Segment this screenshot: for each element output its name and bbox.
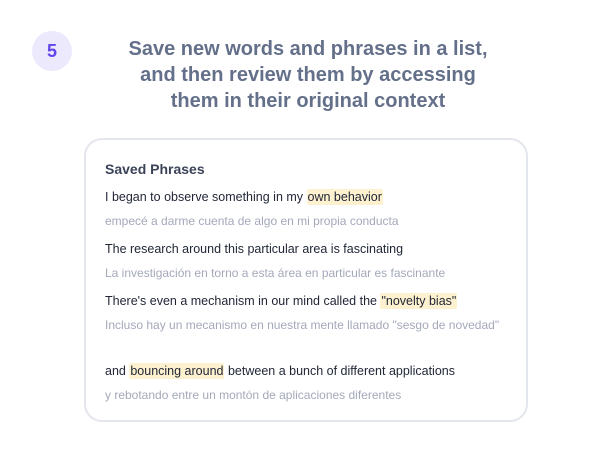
saved-phrase-item[interactable]: There's even a mechanism in our mind cal… [105,292,505,334]
phrase-translation: empecé a darme cuenta de algo en mi prop… [105,214,399,228]
phrase-text: and [105,364,130,378]
saved-phrases-title: Saved Phrases [105,161,205,177]
phrase-text: The research around this particular area… [105,242,404,256]
saved-phrases-card: Saved Phrases I began to observe somethi… [84,138,528,422]
phrase-text: I began to observe something in my [105,190,307,204]
phrase-text: There's even a mechanism in our mind cal… [105,294,381,308]
step-number: 5 [46,40,57,61]
feature-headline: Save new words and phrases in a list, an… [100,36,516,114]
phrase-translation: Incluso hay un mecanismo en nuestra ment… [105,318,500,332]
phrase-translation: y rebotando entre un montón de aplicacio… [105,388,402,402]
saved-phrase-item[interactable]: I began to observe something in my own b… [105,188,505,230]
saved-phrase-item[interactable]: The research around this particular area… [105,240,505,282]
phrase-original: The research around this particular area… [105,240,505,258]
phrase-original: There's even a mechanism in our mind cal… [105,292,505,310]
feature-slide: 5 Save new words and phrases in a list, … [0,0,616,460]
headline-line-1: Save new words and phrases in a list, [128,38,488,60]
saved-phrase-item[interactable]: and bouncing around between a bunch of d… [105,362,505,404]
phrase-translation: La investigación en torno a esta área en… [105,266,446,280]
headline-line-3: them in their original context [170,90,446,112]
highlighted-phrase[interactable]: "novelty bias" [380,293,458,309]
phrase-original: and bouncing around between a bunch of d… [105,362,505,380]
phrase-text: between a bunch of different application… [224,364,455,378]
step-number-badge: 5 [32,31,72,71]
phrase-original: I began to observe something in my own b… [105,188,505,206]
headline-line-2: and then review them by accessing [140,64,476,86]
highlighted-phrase[interactable]: bouncing around [129,363,225,379]
highlighted-phrase[interactable]: own behavior [306,189,383,205]
